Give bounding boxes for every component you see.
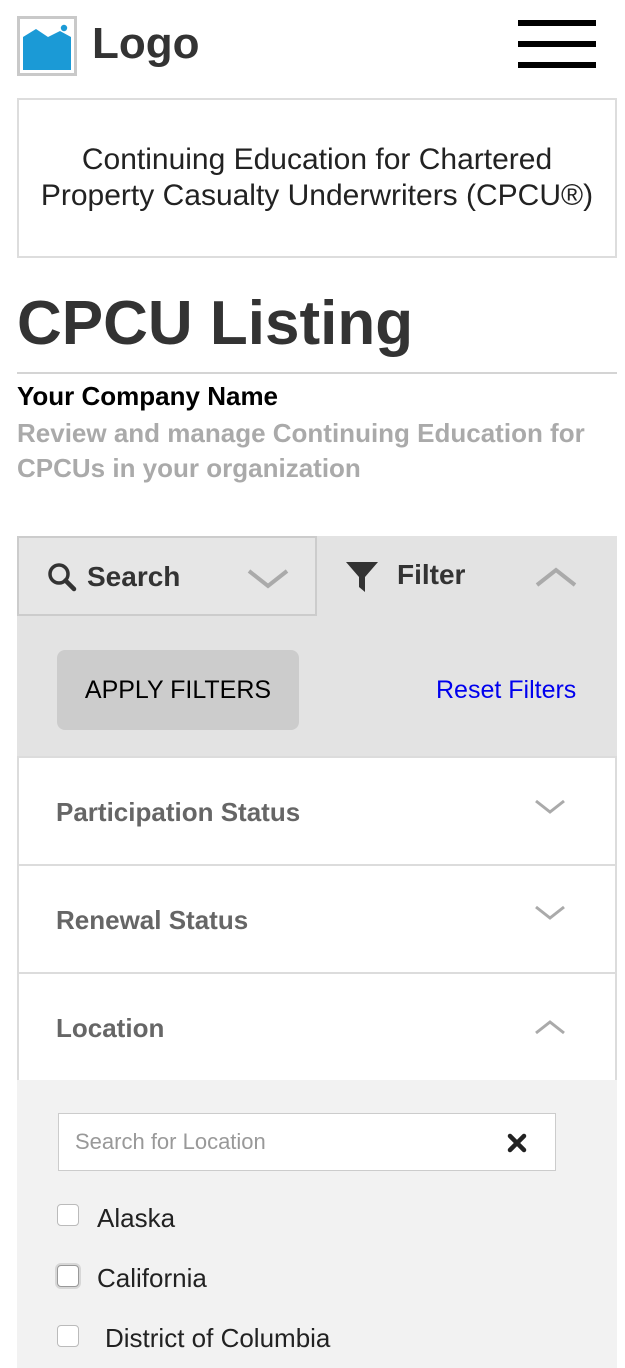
accordion-label: Participation Status bbox=[56, 797, 301, 827]
title-divider bbox=[17, 372, 617, 374]
accordion-participation-status[interactable]: Participation Status bbox=[17, 756, 617, 866]
accordion-label: Renewal Status bbox=[56, 905, 249, 935]
chevron-down-icon bbox=[535, 905, 565, 920]
program-banner: Continuing Education for Chartered Prope… bbox=[17, 98, 617, 258]
chevron-up-icon bbox=[535, 1020, 565, 1035]
checkbox-label: Alaska bbox=[97, 1203, 176, 1233]
tab-filter[interactable]: Filter bbox=[317, 536, 617, 616]
banner-text: Continuing Education for Chartered Prope… bbox=[40, 143, 594, 212]
page-title: CPCU Listing bbox=[17, 289, 414, 358]
filter-icon bbox=[346, 562, 378, 592]
checkbox[interactable] bbox=[57, 1204, 79, 1226]
clear-icon[interactable] bbox=[505, 1131, 529, 1155]
checkbox-label: California bbox=[97, 1263, 207, 1293]
reset-filters-link[interactable]: Reset Filters bbox=[436, 674, 576, 706]
apply-filters-button[interactable]: APPLY FILTERS bbox=[57, 650, 299, 730]
accordion-label: Location bbox=[56, 1013, 165, 1043]
logo-text[interactable]: Logo bbox=[92, 18, 200, 70]
accordion-location[interactable]: Location bbox=[17, 972, 617, 1082]
company-name: Your Company Name bbox=[17, 381, 279, 411]
checkbox[interactable] bbox=[57, 1325, 79, 1347]
logo-image-icon bbox=[17, 16, 77, 76]
accordion-renewal-status[interactable]: Renewal Status bbox=[17, 864, 617, 974]
location-search-input[interactable] bbox=[59, 1114, 489, 1170]
chevron-down-icon bbox=[247, 569, 289, 589]
tab-filter-label: Filter bbox=[397, 559, 466, 590]
search-icon bbox=[48, 563, 77, 592]
checkbox[interactable] bbox=[57, 1265, 79, 1287]
tab-search-label: Search bbox=[87, 561, 181, 592]
chevron-down-icon bbox=[535, 799, 565, 814]
page-subtitle: Review and manage Continuing Education f… bbox=[17, 418, 585, 483]
chevron-up-icon bbox=[535, 567, 577, 587]
hamburger-menu-icon[interactable] bbox=[518, 20, 596, 72]
location-search-field bbox=[58, 1113, 556, 1171]
tab-search[interactable]: Search bbox=[17, 536, 317, 616]
checkbox-label: District of Columbia bbox=[105, 1323, 331, 1353]
